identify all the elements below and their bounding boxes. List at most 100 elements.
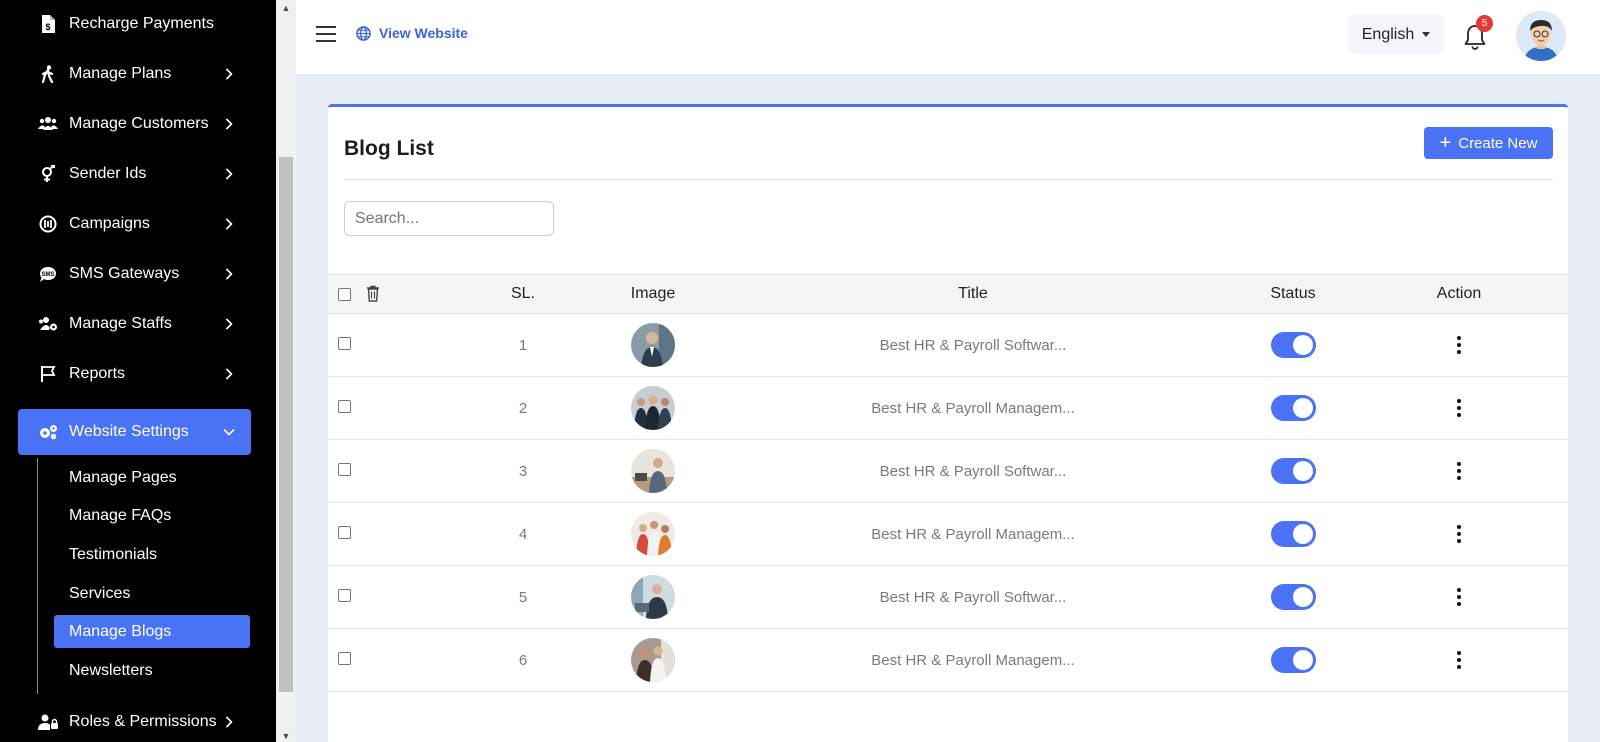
row-action: [1404, 314, 1514, 376]
blog-thumbnail: [631, 449, 675, 493]
status-toggle[interactable]: [1270, 647, 1316, 673]
sidebar-item-website-settings[interactable]: Website Settings: [18, 409, 251, 455]
row-sl: 5: [518, 588, 528, 606]
blog-thumbnail: [631, 386, 675, 430]
row-title: Best HR & Payroll Softwar...: [879, 336, 1067, 354]
sidebar-subitem-manage-faqs[interactable]: Manage FAQs: [54, 499, 250, 532]
sidebar-item-label: Website Settings: [69, 423, 189, 440]
sidebar-subitem-manage-blogs[interactable]: Manage Blogs: [54, 615, 250, 648]
row-action: [1404, 566, 1514, 628]
sidebar-subitem-newsletters[interactable]: Newsletters: [54, 654, 250, 687]
chevron-right-icon: [221, 68, 237, 80]
sidebar-item-reports[interactable]: Reports: [18, 351, 251, 397]
plus-icon: +: [1439, 132, 1452, 154]
flag-icon: [38, 364, 58, 384]
row-checkbox[interactable]: [338, 589, 351, 602]
row-image: [588, 314, 718, 376]
divider: [344, 179, 1553, 180]
sidebar-subitem-services[interactable]: Services: [54, 577, 250, 610]
scroll-down-arrow-icon[interactable]: ▼: [276, 728, 296, 742]
svg-text:$: $: [45, 22, 50, 32]
view-website-link[interactable]: View Website: [356, 25, 468, 41]
user-lock-icon: [38, 712, 58, 732]
language-label: English: [1361, 25, 1415, 43]
chevron-right-icon: [221, 716, 237, 728]
blog-thumbnail: [631, 575, 675, 619]
row-sl: 1: [518, 336, 528, 354]
select-all-checkbox[interactable]: [338, 288, 351, 301]
row-checkbox[interactable]: [338, 337, 351, 350]
sidebar-item-recharge-payments[interactable]: $ Recharge Payments: [18, 1, 251, 47]
table-row: 6 Best HR & Payroll Managem...: [328, 629, 1568, 692]
sidebar-item-label: Manage Plans: [69, 65, 172, 82]
sidebar-scrollbar[interactable]: ▲ ▼: [276, 0, 296, 742]
sidebar-subitem-manage-pages[interactable]: Manage Pages: [54, 461, 250, 494]
row-checkbox[interactable]: [338, 400, 351, 413]
row-checkbox[interactable]: [338, 652, 351, 665]
sidebar: $ Recharge Payments Manage Plans Manage …: [0, 0, 276, 742]
status-toggle[interactable]: [1270, 521, 1316, 547]
row-checkbox[interactable]: [338, 463, 351, 476]
caret-down-icon: [1422, 32, 1431, 37]
status-toggle[interactable]: [1270, 584, 1316, 610]
scroll-up-arrow-icon[interactable]: ▲: [276, 0, 296, 16]
trash-icon[interactable]: [366, 285, 380, 302]
sidebar-item-label: Manage Staffs: [69, 315, 172, 332]
more-vertical-icon[interactable]: [1449, 585, 1469, 609]
column-header-sl: SL.: [510, 285, 535, 302]
sidebar-item-label: Recharge Payments: [69, 15, 214, 32]
row-checkbox[interactable]: [338, 526, 351, 539]
chevron-right-icon: [221, 218, 237, 230]
sidebar-item-manage-plans[interactable]: Manage Plans: [18, 51, 251, 97]
blog-thumbnail: [631, 638, 675, 682]
more-vertical-icon[interactable]: [1449, 333, 1469, 357]
row-sl: 6: [518, 651, 528, 669]
sidebar-item-sender-ids[interactable]: Sender Ids: [18, 151, 251, 197]
globe-icon: [356, 25, 371, 41]
scrollbar-thumb[interactable]: [279, 157, 293, 692]
status-toggle[interactable]: [1270, 395, 1316, 421]
sidebar-item-label: Reports: [69, 365, 126, 382]
more-vertical-icon[interactable]: [1449, 522, 1469, 546]
sidebar-item-campaigns[interactable]: Campaigns: [18, 201, 251, 247]
sidebar-item-label: Campaigns: [69, 215, 150, 232]
topbar: View Website English 5: [296, 0, 1600, 74]
sidebar-item-sms-gateways[interactable]: SMS SMS Gateways: [18, 251, 251, 297]
table-row: 1 Best HR & Payroll Softwar...: [328, 314, 1568, 377]
create-new-button[interactable]: + Create New: [1424, 127, 1553, 159]
row-image: [588, 629, 718, 691]
row-status: [1238, 440, 1348, 502]
table-header: SL. Image Title Status Action: [328, 274, 1568, 314]
more-vertical-icon[interactable]: [1449, 459, 1469, 483]
row-image: [588, 566, 718, 628]
row-title: Best HR & Payroll Managem...: [871, 651, 1075, 669]
sidebar-item-label: Manage Customers: [69, 115, 209, 132]
more-vertical-icon[interactable]: [1449, 396, 1469, 420]
sidebar-item-manage-customers[interactable]: Manage Customers: [18, 101, 251, 147]
row-image: [588, 440, 718, 502]
user-avatar[interactable]: [1516, 11, 1566, 61]
page-title: Blog List: [344, 137, 434, 160]
search-input[interactable]: [344, 201, 554, 236]
status-toggle[interactable]: [1270, 332, 1316, 358]
venus-mars-icon: [38, 164, 58, 184]
view-website-label: View Website: [379, 25, 468, 41]
menu-toggle-icon[interactable]: [316, 26, 336, 42]
sidebar-subitem-testimonials[interactable]: Testimonials: [54, 538, 250, 571]
status-toggle[interactable]: [1270, 458, 1316, 484]
column-header-image: Image: [630, 285, 676, 302]
sidebar-item-label: Roles & Permissions: [69, 713, 217, 730]
column-header-title: Title: [958, 285, 988, 302]
row-status: [1238, 377, 1348, 439]
invoice-dollar-icon: $: [38, 14, 58, 34]
more-vertical-icon[interactable]: [1449, 648, 1469, 672]
language-dropdown[interactable]: English: [1348, 15, 1444, 54]
chevron-right-icon: [221, 168, 237, 180]
sidebar-item-roles-permissions[interactable]: Roles & Permissions: [18, 699, 251, 742]
row-sl: 3: [518, 462, 528, 480]
row-status: [1238, 629, 1348, 691]
sidebar-item-manage-staffs[interactable]: Manage Staffs: [18, 301, 251, 347]
row-title: Best HR & Payroll Managem...: [871, 525, 1075, 543]
chevron-down-icon: [221, 428, 237, 436]
table-row: 5 Best HR & Payroll Softwar...: [328, 566, 1568, 629]
